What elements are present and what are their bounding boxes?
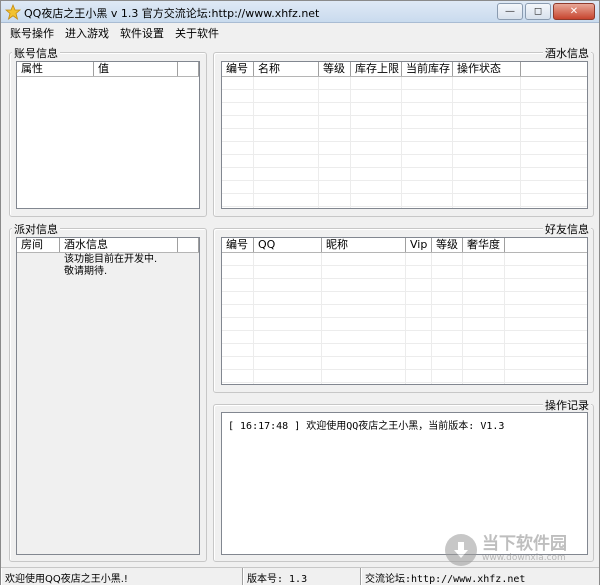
friends-group-label: 好友信息 (543, 221, 591, 237)
menu-account[interactable]: 账号操作 (5, 23, 60, 41)
col-wine-level[interactable]: 等级 (319, 62, 351, 76)
watermark-logo: 当下软件园 www.downxia.com (445, 534, 567, 566)
list-item[interactable]: 该功能目前在开发中. (17, 254, 199, 266)
party-info-cell: 该功能目前在开发中. (64, 254, 158, 265)
col-wine-name[interactable]: 名称 (254, 62, 319, 76)
wine-list-body[interactable] (222, 77, 587, 208)
col-friend-luxury[interactable]: 奢华度 (463, 238, 505, 252)
col-friend-id[interactable]: 编号 (222, 238, 254, 252)
col-wine-current-stock[interactable]: 当前库存 (402, 62, 453, 76)
party-info-cell: 敬请期待. (64, 266, 108, 277)
status-version: 版本号: 1.3 (243, 568, 361, 585)
status-welcome: 欢迎使用QQ夜店之王小黑.! (1, 568, 243, 585)
app-window: QQ夜店之王小黑 v 1.3 官方交流论坛:http://www.xhfz.ne… (0, 0, 600, 585)
watermark-en: www.downxia.com (482, 553, 566, 564)
watermark-cn: 当下软件园 (482, 534, 567, 555)
col-party-wine[interactable]: 酒水信息 (60, 238, 178, 252)
col-wine-filler (521, 62, 587, 76)
menu-enter-game[interactable]: 进入游戏 (60, 23, 115, 41)
party-room-cell (17, 266, 60, 278)
col-party-filler (178, 238, 199, 252)
party-listview[interactable]: 房间 酒水信息 该功能目前在开发中. 敬请期待. (16, 237, 200, 555)
col-friend-qq[interactable]: QQ (254, 238, 322, 252)
friends-group: 好友信息 编号 QQ 昵称 Vip 等级 奢华度 (213, 221, 594, 393)
menu-bar: 账号操作 进入游戏 软件设置 关于软件 (1, 23, 599, 41)
status-bar: 欢迎使用QQ夜店之王小黑.! 版本号: 1.3 交流论坛:http://www.… (1, 567, 599, 585)
col-wine-id[interactable]: 编号 (222, 62, 254, 76)
minimize-button[interactable]: — (497, 3, 523, 20)
wine-group: 酒水信息 编号 名称 等级 库存上限 当前库存 操作状态 (213, 45, 594, 217)
col-friend-nickname[interactable]: 昵称 (322, 238, 406, 252)
wine-listview[interactable]: 编号 名称 等级 库存上限 当前库存 操作状态 (221, 61, 588, 209)
maximize-button[interactable]: ◻ (525, 3, 551, 20)
party-group-label: 派对信息 (12, 221, 60, 237)
menu-about[interactable]: 关于软件 (170, 23, 225, 41)
col-friend-vip[interactable]: Vip (406, 238, 432, 252)
account-list-body[interactable] (17, 77, 199, 208)
window-title: QQ夜店之王小黑 v 1.3 官方交流论坛:http://www.xhfz.ne… (24, 7, 320, 20)
friends-list-body[interactable] (222, 253, 587, 384)
star-app-icon (5, 4, 21, 20)
party-list-body[interactable]: 该功能目前在开发中. 敬请期待. (17, 253, 199, 554)
col-room[interactable]: 房间 (17, 238, 60, 252)
log-line: [ 16:17:48 ] 欢迎使用QQ夜店之王小黑，当前版本: V1.3 (228, 421, 505, 432)
account-group-label: 账号信息 (12, 45, 60, 61)
friends-list-header: 编号 QQ 昵称 Vip 等级 奢华度 (222, 238, 587, 253)
account-group: 账号信息 属性 值 (9, 45, 207, 217)
close-button[interactable]: ✕ (553, 3, 595, 20)
party-list-header: 房间 酒水信息 (17, 238, 199, 253)
title-bar[interactable]: QQ夜店之王小黑 v 1.3 官方交流论坛:http://www.xhfz.ne… (1, 1, 599, 23)
col-filler (178, 62, 199, 76)
col-friend-level[interactable]: 等级 (432, 238, 463, 252)
wine-list-header: 编号 名称 等级 库存上限 当前库存 操作状态 (222, 62, 587, 77)
menu-settings[interactable]: 软件设置 (115, 23, 170, 41)
friends-listview[interactable]: 编号 QQ 昵称 Vip 等级 奢华度 (221, 237, 588, 385)
col-friend-filler (505, 238, 587, 252)
col-wine-status[interactable]: 操作状态 (453, 62, 521, 76)
col-value[interactable]: 值 (94, 62, 178, 76)
col-attribute[interactable]: 属性 (17, 62, 94, 76)
party-group: 派对信息 房间 酒水信息 该功能目前在开发中. 敬请期待. (9, 221, 207, 562)
status-forum: 交流论坛:http://www.xhfz.net (361, 568, 597, 585)
account-list-header: 属性 值 (17, 62, 199, 77)
wine-group-label: 酒水信息 (543, 45, 591, 61)
col-wine-max-stock[interactable]: 库存上限 (351, 62, 402, 76)
account-listview[interactable]: 属性 值 (16, 61, 200, 209)
download-arrow-icon (445, 534, 477, 566)
party-room-cell (17, 254, 60, 266)
list-item[interactable]: 敬请期待. (17, 266, 199, 278)
log-group-label: 操作记录 (543, 397, 591, 413)
